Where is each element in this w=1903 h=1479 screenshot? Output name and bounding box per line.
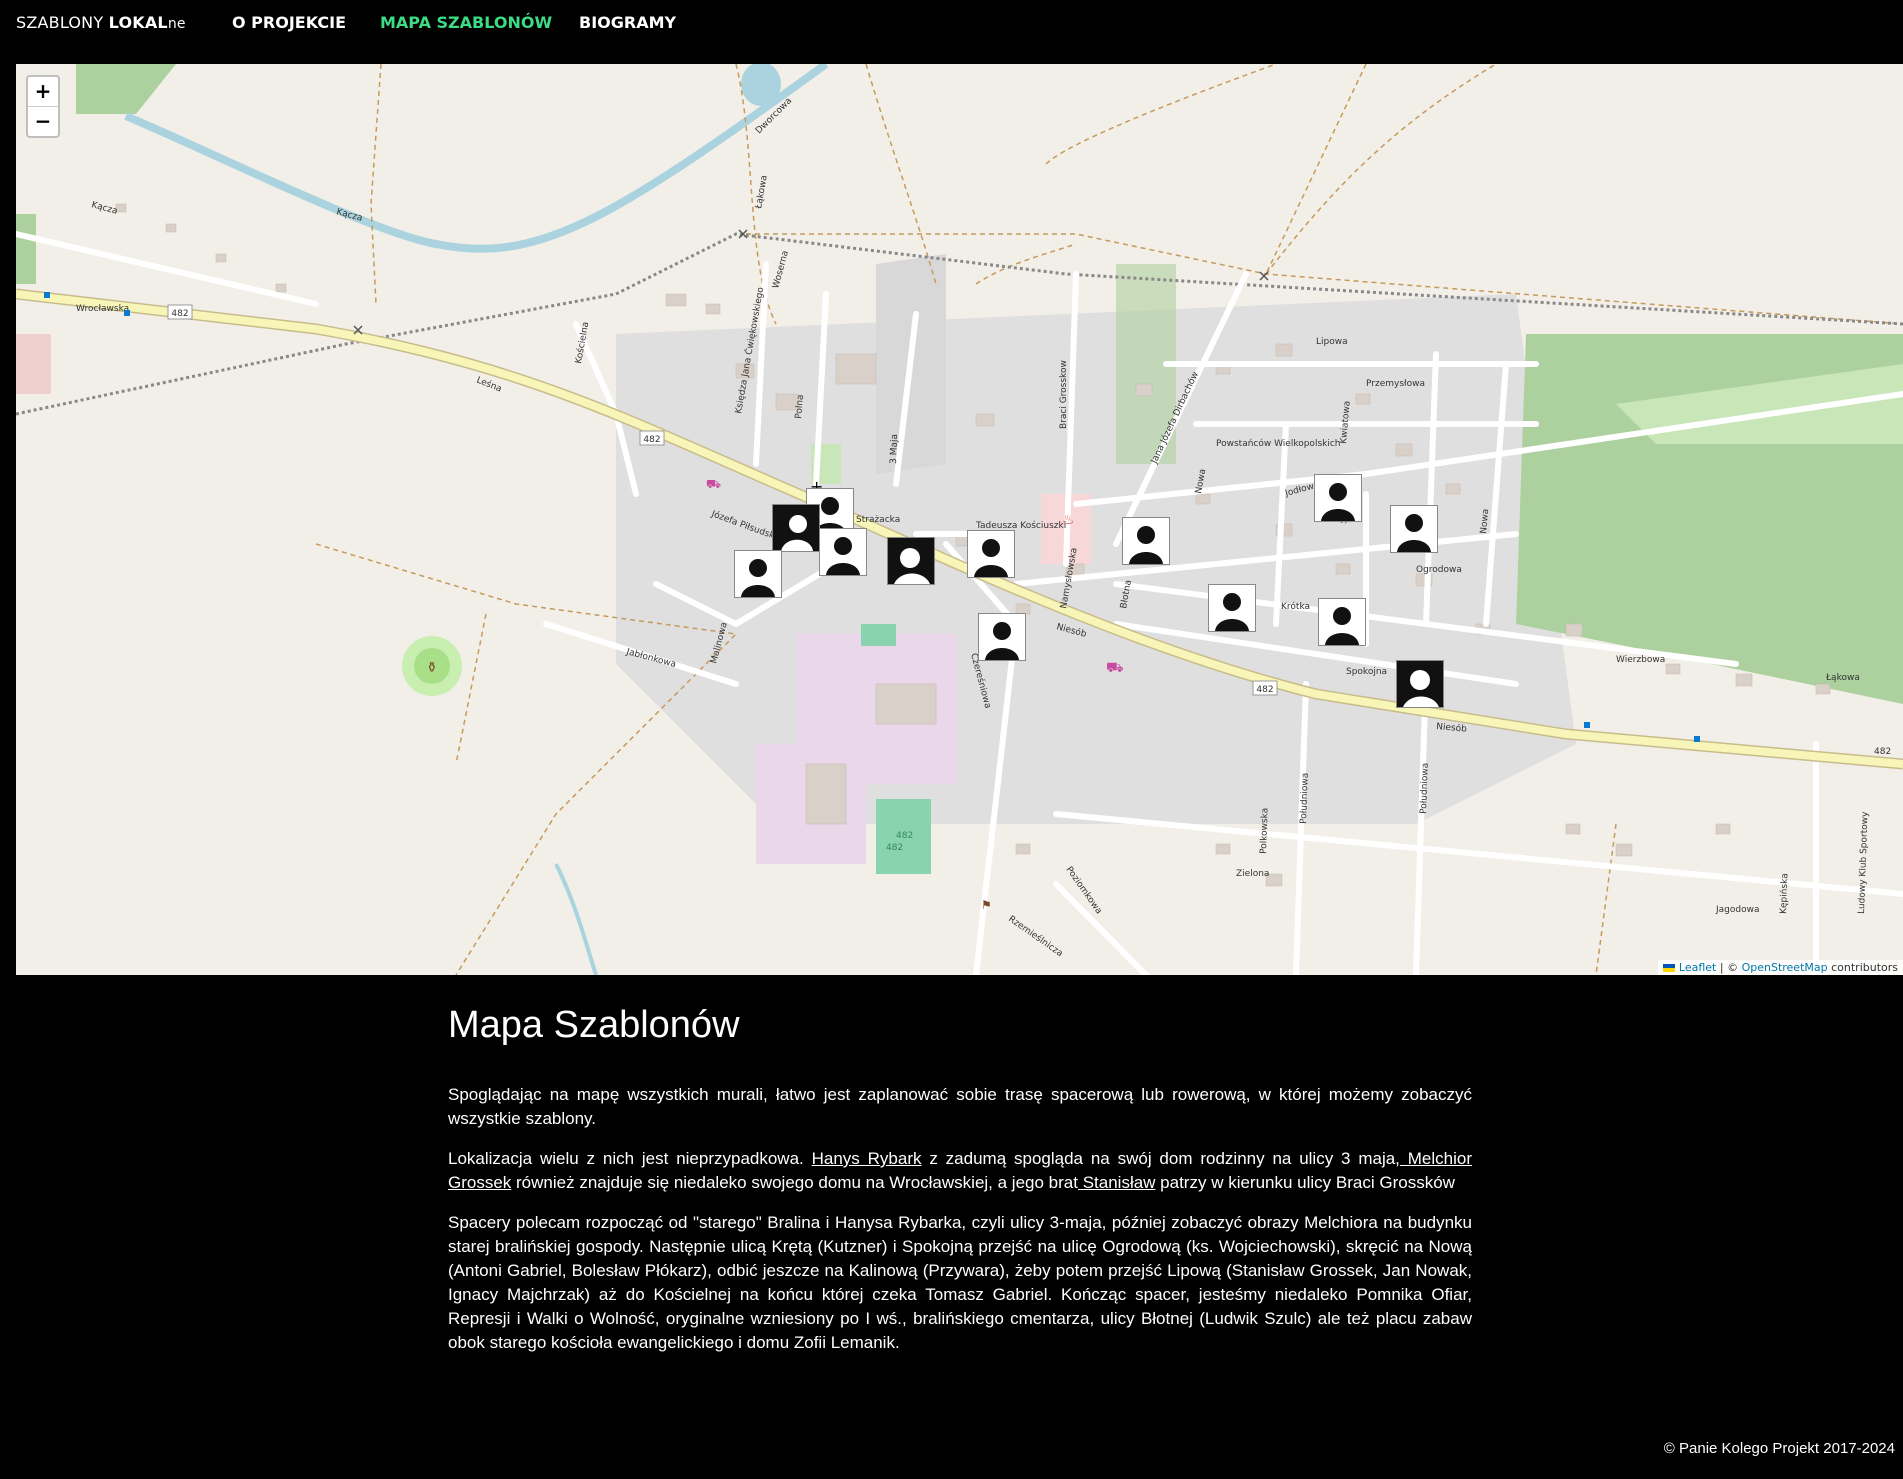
- zoom-in-button[interactable]: +: [28, 77, 58, 107]
- brand-logo[interactable]: SZABLONY LOKALne: [16, 13, 186, 32]
- nav-o-projekcie[interactable]: O PROJEKCIE: [232, 13, 346, 32]
- portrait-marker[interactable]: [1314, 474, 1362, 522]
- nav-biogramy[interactable]: BIOGRAMY: [579, 13, 676, 32]
- portrait-marker[interactable]: [734, 550, 782, 598]
- street-label: 482: [896, 831, 913, 841]
- top-navbar: SZABLONY LOKALne O PROJEKCIE MAPA SZABLO…: [0, 0, 1903, 64]
- street-label: Łąkowa: [754, 174, 770, 210]
- road-number-label: 482: [1256, 685, 1273, 695]
- paragraph-walk: Spacery polecam rozpocząć od "starego" B…: [448, 1213, 1472, 1352]
- road-number-label: 482: [643, 435, 660, 445]
- footer-copyright: © Panie Kolego Projekt 2017-2024: [1663, 1440, 1895, 1457]
- street-label: Łąkowa: [1825, 673, 1860, 683]
- street-label: Ogrodowa: [1416, 565, 1462, 575]
- link-hanys-rybark[interactable]: Hanys Rybark: [812, 1149, 922, 1168]
- zoom-control: + −: [26, 75, 60, 138]
- street-label: Strażacka: [856, 515, 900, 525]
- p2-text-b: z zadumą spogląda na swój dom rodzinny n…: [921, 1149, 1400, 1168]
- street-label: Polkowska: [1259, 808, 1271, 854]
- street-label: Jagodowa: [1715, 905, 1759, 915]
- street-label: Krótka: [1281, 601, 1310, 612]
- brand-suffix: ne: [167, 16, 186, 32]
- street-label: Polna: [794, 394, 806, 419]
- street-label: Kącza: [90, 200, 118, 217]
- street-label: Południowa: [1299, 773, 1311, 825]
- portrait-marker[interactable]: [1390, 505, 1438, 553]
- street-label: 482: [886, 843, 903, 853]
- p2-text-c: również znajduje się niedaleko swojego d…: [511, 1173, 1078, 1192]
- map-attribution: Leaflet | © OpenStreetMap contributors: [1658, 960, 1903, 975]
- map-view[interactable]: 482 482 482 Wrocławska Leśna Niesób Nies…: [16, 64, 1903, 975]
- street-label: Zielona: [1236, 869, 1269, 879]
- attribution-suffix: contributors: [1827, 961, 1898, 974]
- portrait-marker[interactable]: [1122, 517, 1170, 565]
- street-label: 3 Maja: [889, 434, 900, 464]
- paragraph-locations: Lokalizacja wielu z nich jest nieprzypad…: [448, 1147, 1472, 1195]
- nav-mapa-szablonow[interactable]: MAPA SZABLONÓW: [380, 13, 552, 32]
- portrait-marker[interactable]: [772, 504, 820, 552]
- street-label: Kącza: [335, 207, 363, 224]
- portrait-marker[interactable]: [1318, 598, 1366, 646]
- leaflet-link[interactable]: Leaflet: [1679, 961, 1716, 974]
- osm-link[interactable]: OpenStreetMap: [1742, 961, 1828, 974]
- shop-icon: ⛟: [1106, 660, 1124, 676]
- portrait-marker[interactable]: [887, 537, 935, 585]
- article: Mapa Szablonów Spoglądając na mapę wszys…: [448, 1004, 1472, 1371]
- attribution-sep: | ©: [1716, 961, 1742, 974]
- street-label: Wrocławska: [76, 304, 129, 314]
- street-label: Ludowy Klub Sportowy: [1857, 811, 1871, 914]
- street-label: Powstańców Wielkopolskich: [1216, 438, 1341, 449]
- ukraine-flag-icon: [1663, 964, 1676, 972]
- portrait-marker[interactable]: [967, 530, 1015, 578]
- street-label: Lipowa: [1316, 337, 1348, 347]
- zoom-out-button[interactable]: −: [28, 107, 58, 136]
- road-number-label: 482: [171, 309, 188, 319]
- portrait-marker[interactable]: [978, 613, 1026, 661]
- street-label: Południowa: [1419, 763, 1431, 815]
- portrait-marker[interactable]: [819, 528, 867, 576]
- portrait-marker[interactable]: [1208, 584, 1256, 632]
- p2-text-d: patrzy w kierunku ulicy Braci Grossków: [1155, 1173, 1455, 1192]
- brand-bold: LOKAL: [108, 13, 168, 32]
- street-label: Wierzbowa: [1616, 655, 1665, 665]
- p2-text-a: Lokalizacja wielu z nich jest nieprzypad…: [448, 1149, 812, 1168]
- monument-icon: ⚱: [426, 660, 438, 676]
- street-label: Spokojna: [1346, 667, 1387, 677]
- brand-prefix: SZABLONY: [16, 13, 104, 32]
- street-label: Woserna: [771, 250, 791, 290]
- paragraph-intro: Spoglądając na mapę wszystkich murali, ł…: [448, 1085, 1472, 1128]
- street-label: Przemysłowa: [1366, 379, 1425, 389]
- street-label: Kępińska: [1779, 873, 1790, 914]
- portrait-marker[interactable]: [1396, 660, 1444, 708]
- page-title: Mapa Szablonów: [448, 1004, 740, 1046]
- street-label: Rzemieślnicza: [1006, 913, 1065, 959]
- street-label: Braci Grosskow: [1059, 360, 1069, 429]
- link-stanislaw[interactable]: Stanisław: [1078, 1173, 1156, 1192]
- street-label: 482: [1874, 747, 1891, 757]
- fire-station-icon: ♨: [1062, 512, 1075, 528]
- memorial-icon: ⚑: [981, 898, 992, 912]
- shop-icon-2: ⛟: [706, 477, 721, 491]
- map-tiles: 482 482 482 Wrocławska Leśna Niesób Nies…: [16, 64, 1903, 975]
